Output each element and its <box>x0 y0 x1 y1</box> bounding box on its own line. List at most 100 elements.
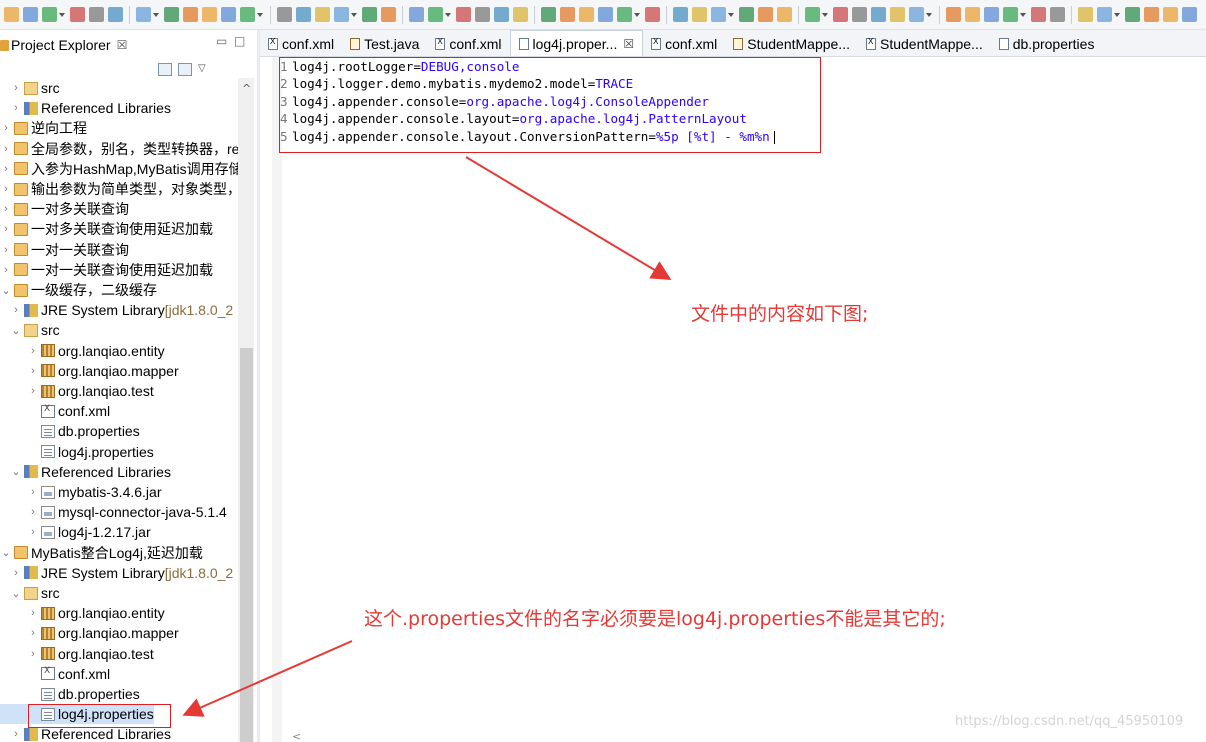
tree-item[interactable]: › 逆向工程 <box>0 118 87 138</box>
new-icon[interactable] <box>409 7 424 22</box>
dropdown-arrow-icon[interactable] <box>634 12 640 17</box>
save-icon[interactable] <box>560 7 575 22</box>
search-icon[interactable] <box>777 7 792 22</box>
save-icon[interactable] <box>833 7 848 22</box>
tree-item[interactable]: › 全局参数，别名，类型转换器，resu <box>0 139 254 159</box>
search-icon[interactable] <box>645 7 660 22</box>
run-icon[interactable] <box>334 7 349 22</box>
run-icon[interactable] <box>598 7 613 22</box>
new-icon[interactable] <box>805 7 820 22</box>
save-all-icon[interactable] <box>183 7 198 22</box>
chevron-right-icon[interactable]: › <box>10 82 22 94</box>
editor-tab[interactable]: StudentMappe... <box>725 30 858 56</box>
debug-icon[interactable] <box>890 7 905 22</box>
editor-tab[interactable]: conf.xml <box>643 30 725 56</box>
save-all-icon[interactable] <box>852 7 867 22</box>
dropdown-arrow-icon[interactable] <box>822 12 828 17</box>
dropdown-arrow-icon[interactable] <box>728 12 734 17</box>
explorer-scroll-thumb[interactable] <box>240 348 253 742</box>
chevron-right-icon[interactable]: › <box>0 122 12 134</box>
save-icon[interactable] <box>23 7 38 22</box>
chevron-right-icon[interactable]: › <box>27 486 39 498</box>
debug-icon[interactable] <box>1031 7 1046 22</box>
search-icon[interactable] <box>108 7 123 22</box>
save-all-icon[interactable] <box>1125 7 1140 22</box>
new-icon[interactable] <box>4 7 19 22</box>
editor-tab[interactable]: Test.java <box>342 30 427 56</box>
new-icon[interactable] <box>946 7 961 22</box>
close-icon[interactable]: ☒ <box>623 37 634 51</box>
dropdown-arrow-icon[interactable] <box>1020 12 1026 17</box>
save-icon[interactable] <box>164 7 179 22</box>
editor-tab[interactable]: conf.xml <box>260 30 342 56</box>
chevron-right-icon[interactable]: › <box>27 648 39 660</box>
tree-item[interactable]: ⌄ MyBatis整合Log4j,延迟加载 <box>0 543 203 563</box>
new-icon[interactable] <box>1078 7 1093 22</box>
chevron-right-icon[interactable]: › <box>27 627 39 639</box>
chevron-right-icon[interactable]: › <box>27 385 39 397</box>
tree-item[interactable]: log4j.properties <box>0 442 154 462</box>
search-icon[interactable] <box>1050 7 1065 22</box>
tree-item[interactable]: › log4j-1.2.17.jar <box>0 522 150 542</box>
run-icon[interactable] <box>70 7 85 22</box>
search-icon[interactable] <box>1182 7 1197 22</box>
search-icon[interactable] <box>381 7 396 22</box>
new-icon[interactable] <box>673 7 688 22</box>
tree-item[interactable]: › Referenced Libraries <box>0 98 171 118</box>
chevron-right-icon[interactable]: › <box>0 143 12 155</box>
chevron-right-icon[interactable]: › <box>0 163 12 175</box>
debug-icon[interactable] <box>494 7 509 22</box>
chevron-down-icon[interactable]: ⌄ <box>10 587 22 600</box>
chevron-right-icon[interactable]: › <box>10 567 22 579</box>
chevron-right-icon[interactable]: › <box>10 304 22 316</box>
tree-item[interactable]: conf.xml <box>0 664 110 684</box>
save-all-icon[interactable] <box>315 7 330 22</box>
tree-item[interactable]: › 一对一关联查询 <box>0 240 129 260</box>
save-all-icon[interactable] <box>984 7 999 22</box>
dropdown-arrow-icon[interactable] <box>445 12 451 17</box>
chevron-right-icon[interactable]: › <box>10 728 22 740</box>
save-all-icon[interactable] <box>579 7 594 22</box>
tree-item[interactable]: › 一对一关联查询使用延迟加载 <box>0 260 213 280</box>
chevron-right-icon[interactable]: › <box>27 365 39 377</box>
search-icon[interactable] <box>240 7 255 22</box>
save-icon[interactable] <box>965 7 980 22</box>
tree-item[interactable]: › 输出参数为简单类型，对象类型，H <box>0 179 251 199</box>
debug-icon[interactable] <box>617 7 632 22</box>
save-icon[interactable] <box>1097 7 1112 22</box>
link-with-editor-icon[interactable] <box>178 62 192 76</box>
tree-item[interactable]: › org.lanqiao.mapper <box>0 361 178 381</box>
chevron-right-icon[interactable]: › <box>0 203 12 215</box>
tree-item[interactable]: conf.xml <box>0 401 110 421</box>
debug-icon[interactable] <box>758 7 773 22</box>
tree-item[interactable]: › org.lanqiao.entity <box>0 603 164 623</box>
debug-icon[interactable] <box>362 7 377 22</box>
save-icon[interactable] <box>692 7 707 22</box>
search-icon[interactable] <box>909 7 924 22</box>
tree-item[interactable]: ⌄ Referenced Libraries <box>0 462 171 482</box>
tree-item[interactable]: ⌄ src <box>0 583 59 603</box>
editor-tab[interactable]: db.properties <box>991 30 1103 56</box>
tree-item[interactable]: › 一对多关联查询 <box>0 199 129 219</box>
dropdown-arrow-icon[interactable] <box>351 12 357 17</box>
tree-item[interactable]: db.properties <box>0 421 140 441</box>
chevron-right-icon[interactable]: › <box>0 244 12 256</box>
tree-item[interactable]: › JRE System Library [jdk1.8.0_2 <box>0 300 233 320</box>
save-all-icon[interactable] <box>711 7 726 22</box>
chevron-right-icon[interactable]: › <box>10 102 22 114</box>
chevron-right-icon[interactable]: › <box>27 607 39 619</box>
tree-item[interactable]: › mybatis-3.4.6.jar <box>0 482 161 502</box>
save-all-icon[interactable] <box>456 7 471 22</box>
tree-item[interactable]: ⌄ 一级缓存，二级缓存 <box>0 280 157 300</box>
tree-item[interactable]: › mysql-connector-java-5.1.4 <box>0 502 227 522</box>
run-icon[interactable] <box>739 7 754 22</box>
chevron-down-icon[interactable]: ⌄ <box>0 284 12 297</box>
debug-icon[interactable] <box>1163 7 1178 22</box>
chevron-right-icon[interactable]: › <box>27 345 39 357</box>
chevron-right-icon[interactable]: › <box>27 526 39 538</box>
maximize-icon[interactable]: □ <box>234 34 245 48</box>
run-icon[interactable] <box>1003 7 1018 22</box>
tree-item[interactable]: › 一对多关联查询使用延迟加载 <box>0 219 213 239</box>
view-menu-icon[interactable]: ▽ <box>198 63 212 76</box>
save-all-icon[interactable] <box>42 7 57 22</box>
